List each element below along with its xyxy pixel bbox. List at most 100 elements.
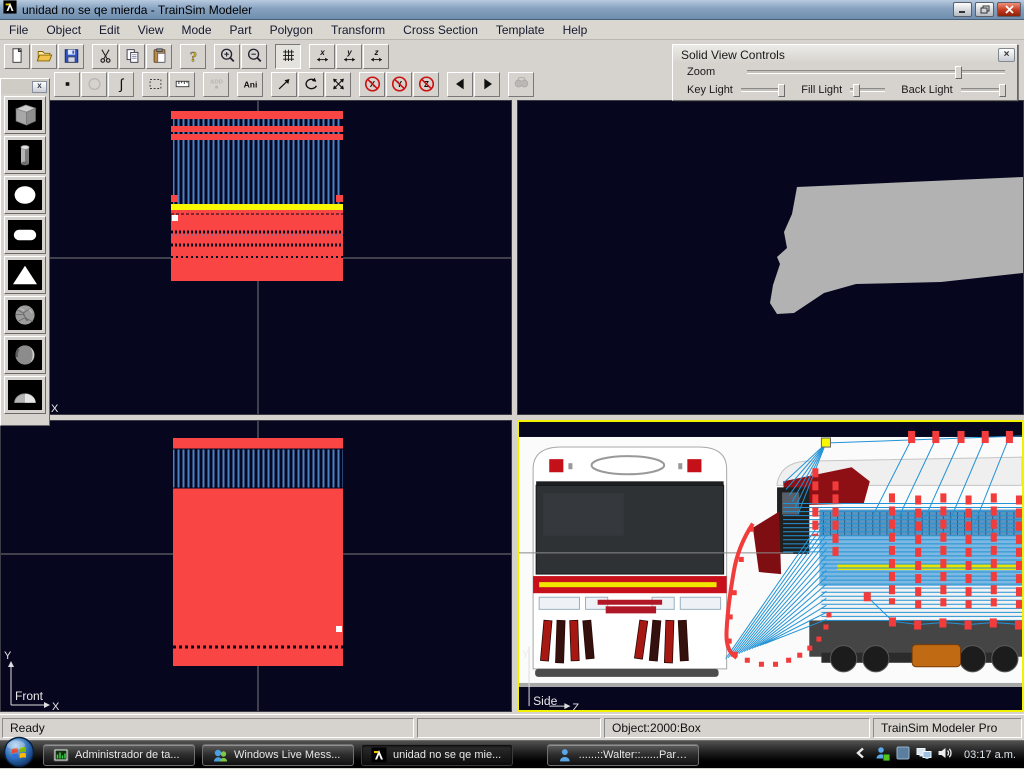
new-document-button[interactable] (4, 44, 30, 69)
save-button[interactable] (58, 44, 84, 69)
solid-shaded-model (770, 177, 1023, 314)
prev-part-button[interactable] (447, 72, 473, 97)
cut-button[interactable] (92, 44, 118, 69)
axis-label-x: X (52, 701, 60, 711)
taskbar-button-walter-para[interactable]: ......::Walter::......Para... (547, 744, 699, 766)
paste-button[interactable] (146, 44, 172, 69)
grid-button[interactable] (275, 44, 301, 69)
svc-close-icon[interactable]: × (998, 48, 1015, 62)
vertex-dot-button[interactable] (54, 72, 80, 97)
axis-x-button[interactable]: x (309, 44, 335, 69)
network-icon[interactable] (916, 745, 932, 764)
scale-button[interactable] (325, 72, 351, 97)
box-tool-icon (9, 101, 41, 129)
zoom-slider-label: Zoom (687, 66, 739, 78)
add-vertex-button: ADD (203, 72, 229, 97)
viewport-front[interactable]: Y Front X (0, 420, 512, 712)
palette-title-bar[interactable]: x (1, 79, 49, 94)
menu-item-help[interactable]: Help (554, 21, 597, 39)
box-tool-button[interactable] (4, 96, 46, 134)
viewport-top[interactable]: X (0, 100, 512, 415)
lock-z-button[interactable]: Z (413, 72, 439, 97)
shaded-sphere-tool-button[interactable] (4, 336, 46, 374)
axis-label-y: Y (4, 650, 12, 662)
maximize-button[interactable] (975, 2, 994, 17)
lock-x-button[interactable]: X (359, 72, 385, 97)
circle-tool-button (81, 72, 107, 97)
move-arrow-icon (275, 75, 294, 93)
key-light-slider[interactable] (741, 88, 785, 92)
taskbar-button-windows-live-mess[interactable]: Windows Live Mess... (202, 744, 354, 766)
find-icon (512, 75, 531, 93)
cylinder-tool-button[interactable] (4, 136, 46, 174)
move-arrow-button[interactable] (271, 72, 297, 97)
menu-item-object[interactable]: Object (37, 21, 90, 39)
box-tool-frame (8, 100, 42, 130)
menu-item-part[interactable]: Part (221, 21, 261, 39)
status-app-name: TrainSim Modeler Pro (873, 718, 1022, 738)
spline-tool-button[interactable]: ∫ (108, 72, 134, 97)
select-rect-button[interactable] (142, 72, 168, 97)
tray-clock[interactable]: 03:17 a.m. (964, 749, 1016, 761)
volume-icon[interactable] (937, 745, 953, 764)
messenger-status-icon[interactable] (874, 745, 890, 764)
fill-light-slider[interactable] (850, 88, 885, 92)
zoom-in-button[interactable] (214, 44, 240, 69)
sphere-tool-button[interactable] (4, 176, 46, 214)
copy-button[interactable] (119, 44, 145, 69)
lock-y-button[interactable]: Y (386, 72, 412, 97)
ruler-icon (173, 75, 192, 93)
palette-close-icon[interactable]: x (32, 81, 47, 93)
viewport-solid-canvas (518, 101, 1023, 414)
capsule-tool-button[interactable] (4, 216, 46, 254)
menu-item-transform[interactable]: Transform (322, 21, 394, 39)
key-light-slider-thumb[interactable] (778, 84, 785, 97)
menu-item-file[interactable]: File (0, 21, 37, 39)
viewport-side-active[interactable]: Y Side Z (517, 420, 1024, 712)
lock-x-icon: X (363, 75, 382, 93)
zoom-out-button[interactable] (241, 44, 267, 69)
back-light-slider-thumb[interactable] (999, 84, 1006, 97)
svg-text:?: ? (189, 49, 196, 65)
menu-item-edit[interactable]: Edit (90, 21, 129, 39)
menu-item-mode[interactable]: Mode (173, 21, 221, 39)
minimize-button[interactable] (953, 2, 972, 17)
solid-view-controls-panel[interactable]: Solid View Controls × Zoom Key Light Fil… (672, 44, 1018, 101)
lock-z-icon: Z (417, 75, 436, 93)
cone-tool-button[interactable] (4, 256, 46, 294)
close-button[interactable] (997, 2, 1021, 17)
ruler-button[interactable] (169, 72, 195, 97)
rotate-button[interactable] (298, 72, 324, 97)
taskbar-button-administrador-de-ta[interactable]: Administrador de ta... (43, 744, 195, 766)
prev-part-icon (451, 75, 470, 93)
menu-item-cross-section[interactable]: Cross Section (394, 21, 487, 39)
menu-item-template[interactable]: Template (487, 21, 554, 39)
vertex-dot-icon (58, 75, 77, 93)
title-bar[interactable]: unidad no se qe mierda - TrainSim Modele… (0, 0, 1024, 20)
open-folder-button[interactable] (31, 44, 57, 69)
chevron-left-icon[interactable] (853, 745, 869, 764)
shape-tool-palette[interactable]: x (0, 78, 50, 426)
blue-app-icon[interactable] (895, 745, 911, 764)
find-button (508, 72, 534, 97)
animate-button[interactable]: Ani (237, 72, 263, 97)
axis-z-button[interactable]: z (363, 44, 389, 69)
help-button[interactable]: ? (180, 44, 206, 69)
zoom-slider[interactable] (747, 70, 1005, 74)
blue-app-icon-icon (895, 745, 911, 761)
menu-item-view[interactable]: View (129, 21, 173, 39)
hemisphere-tool-button[interactable] (4, 376, 46, 414)
toolbar-main: ? xyz (4, 42, 390, 70)
next-part-button[interactable] (474, 72, 500, 97)
geosphere-tool-button[interactable] (4, 296, 46, 334)
viewport-solid-3d[interactable] (517, 100, 1024, 415)
svc-title-bar[interactable]: Solid View Controls × (673, 45, 1017, 63)
axis-y-button[interactable]: y (336, 44, 362, 69)
messenger-icon-icon (212, 747, 228, 763)
zoom-slider-thumb[interactable] (955, 66, 962, 79)
menu-item-polygon[interactable]: Polygon (261, 21, 322, 39)
start-button[interactable] (2, 735, 36, 769)
taskbar-button-unidad-no-se-qe-mie[interactable]: unidad no se qe mie... (361, 744, 513, 766)
back-light-slider[interactable] (961, 88, 1005, 92)
fill-light-slider-thumb[interactable] (853, 84, 860, 97)
